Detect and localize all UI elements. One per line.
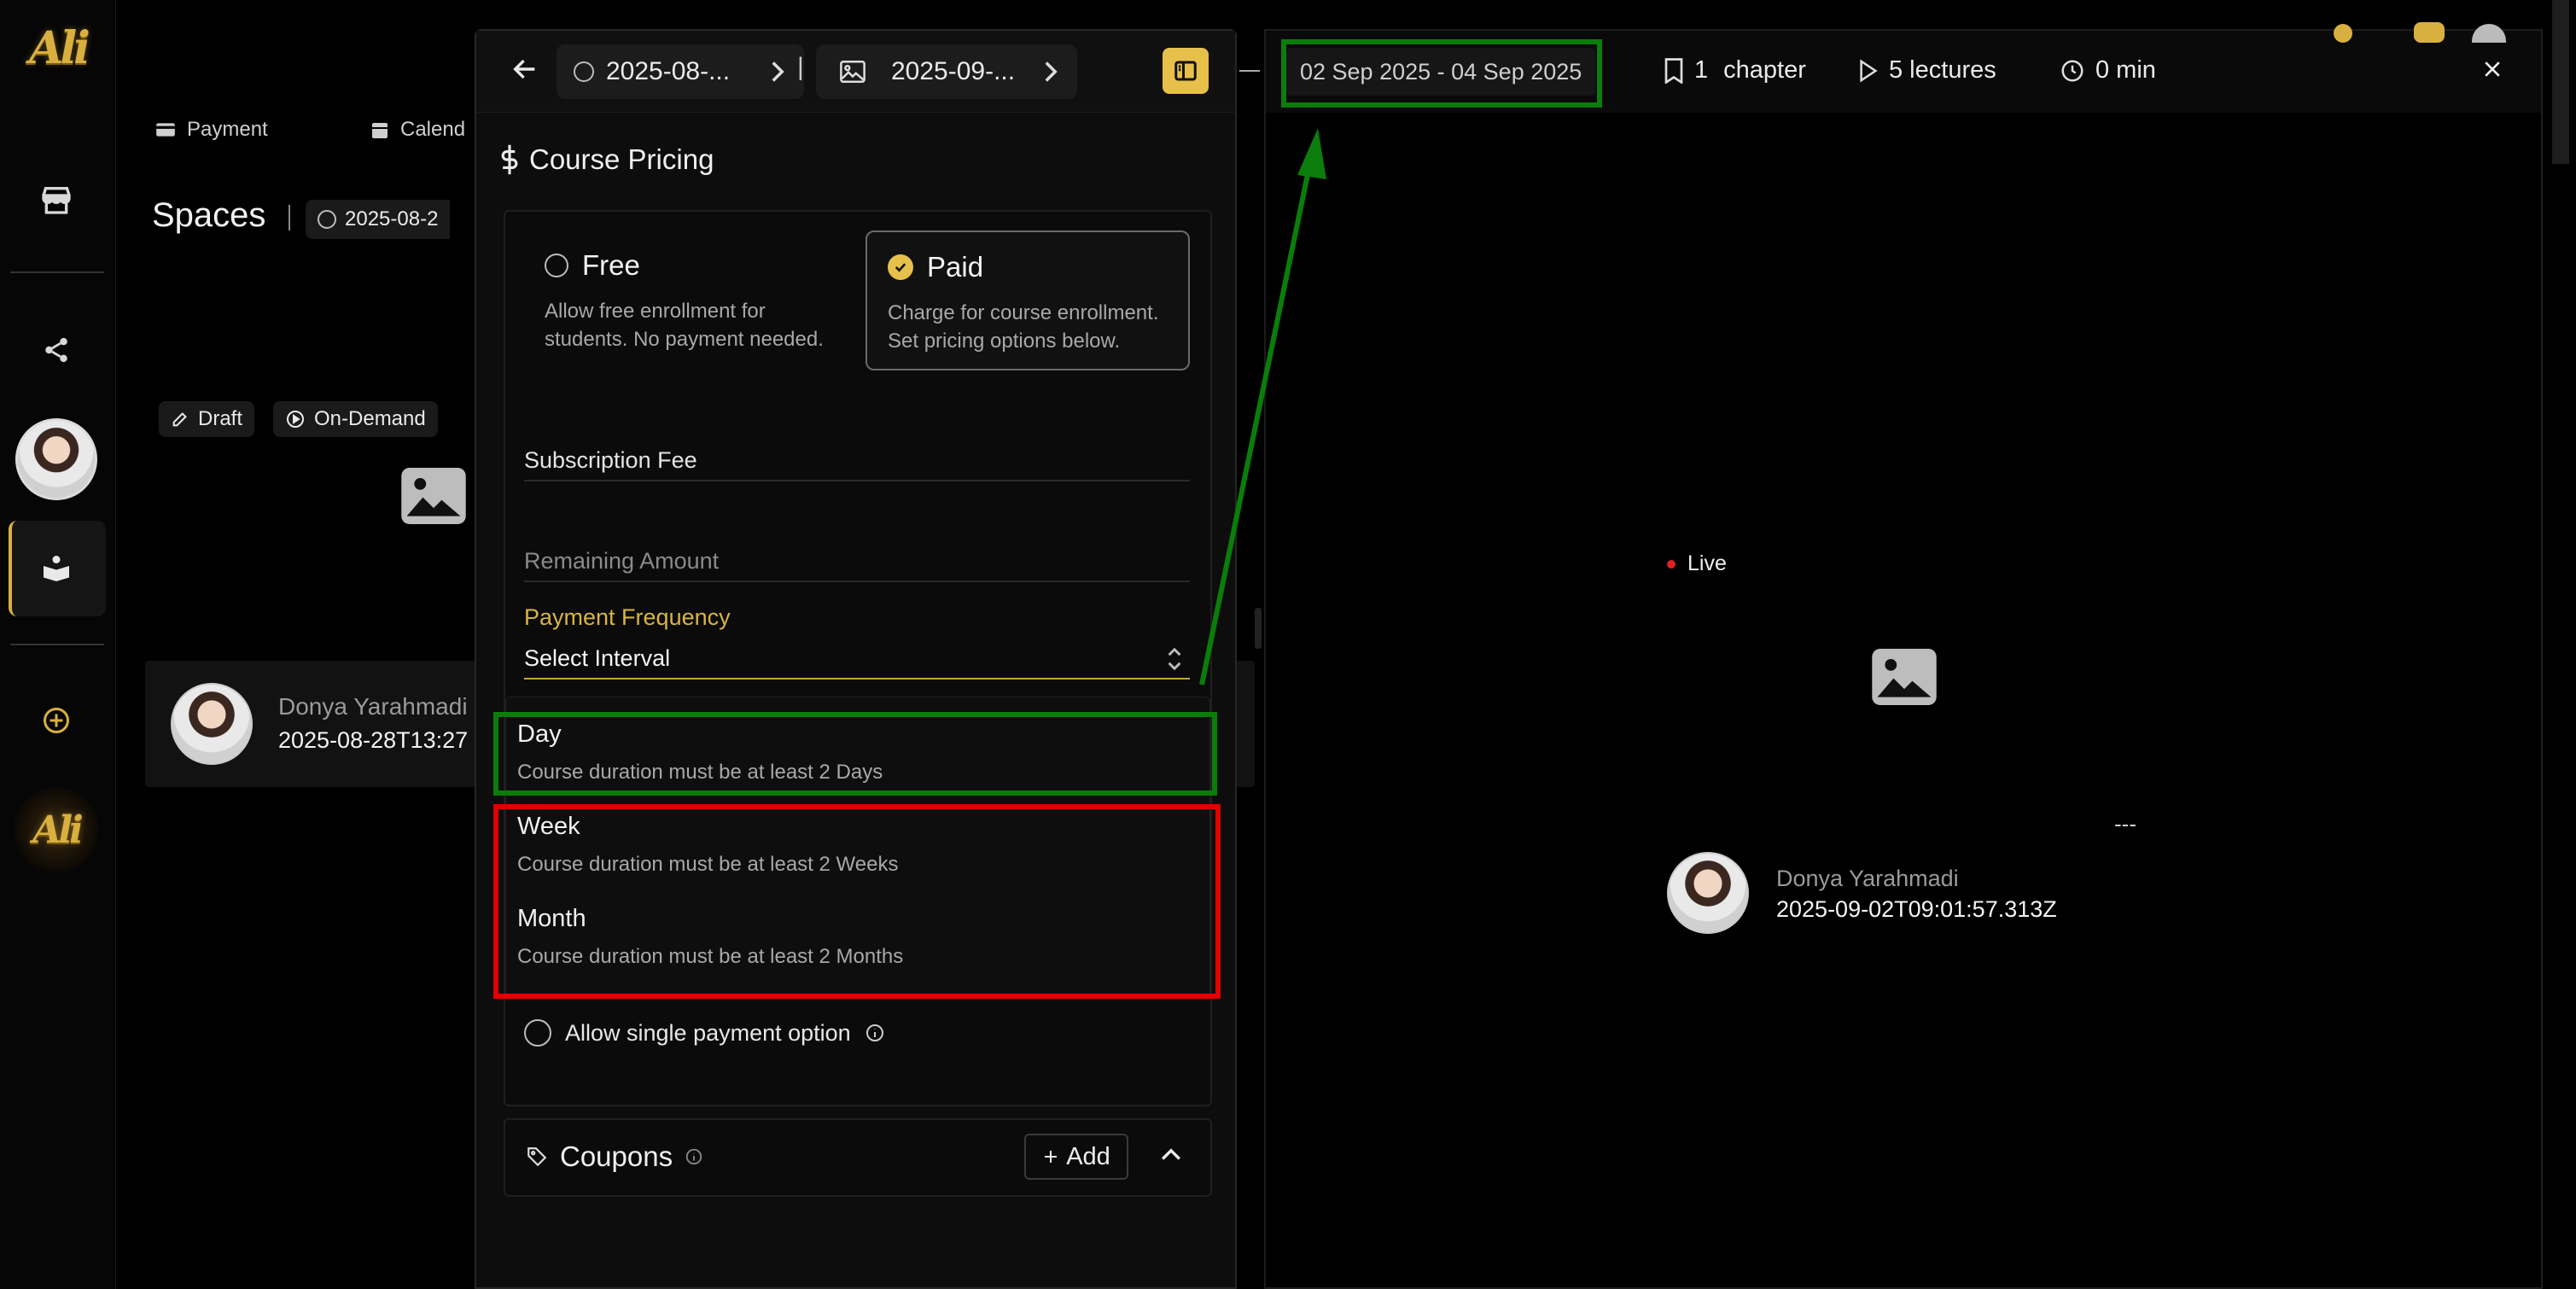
annotation-arrow	[1199, 128, 1326, 685]
